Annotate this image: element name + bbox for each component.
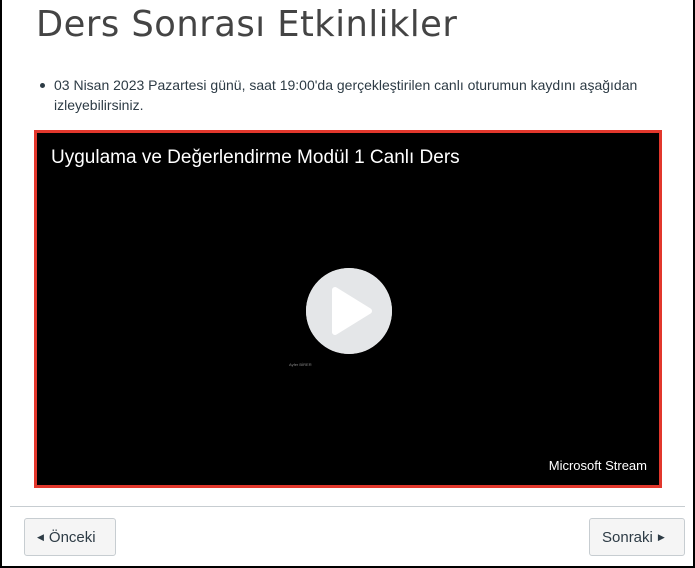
video-title: Uygulama ve Değerlendirme Modül 1 Canlı … xyxy=(51,147,460,168)
bullet-icon xyxy=(40,83,45,88)
triangle-left-icon: ◀ xyxy=(37,531,44,542)
previous-button-label: Önceki xyxy=(48,528,96,546)
info-list: 03 Nisan 2023 Pazartesi günü, saat 19:00… xyxy=(40,75,660,115)
previous-button[interactable]: ◀ Önceki xyxy=(24,518,116,556)
next-button[interactable]: Sonraki ▶ xyxy=(589,518,685,556)
video-caption: Ayfer BİRER xyxy=(289,362,312,367)
next-button-label: Sonraki xyxy=(602,528,653,546)
play-button[interactable] xyxy=(306,268,392,354)
page-title: Ders Sonrası Etkinlikler xyxy=(36,4,458,45)
list-item: 03 Nisan 2023 Pazartesi günü, saat 19:00… xyxy=(40,75,660,115)
triangle-right-icon: ▶ xyxy=(657,531,665,542)
play-icon xyxy=(306,268,392,354)
video-player[interactable]: Uygulama ve Değerlendirme Modül 1 Canlı … xyxy=(34,130,662,488)
stream-brand: Microsoft Stream xyxy=(548,458,647,473)
footer-divider xyxy=(10,506,685,507)
list-item-text: 03 Nisan 2023 Pazartesi günü, saat 19:00… xyxy=(54,77,638,113)
